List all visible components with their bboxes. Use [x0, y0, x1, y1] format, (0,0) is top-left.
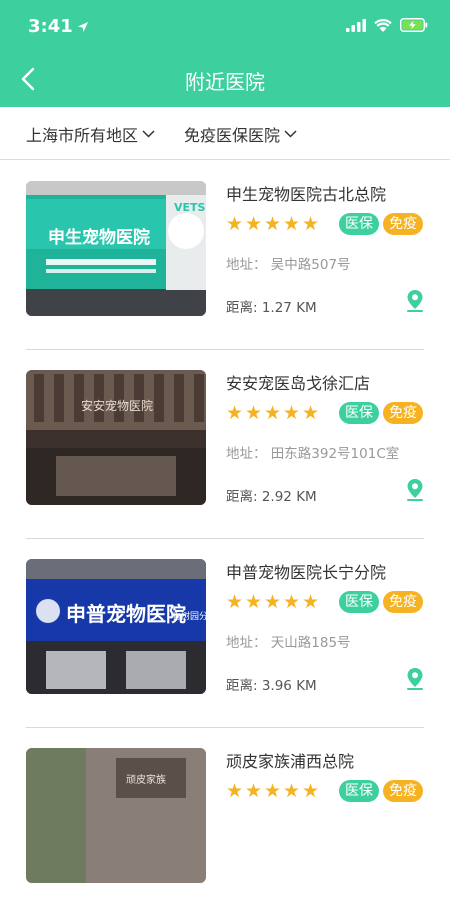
hospital-info: 申生宠物医院古北总院 ★ ★ ★ ★ ★ 医保 免疫 地址： 吴中路507号 距… — [226, 181, 424, 321]
battery-charging-icon — [400, 18, 428, 32]
star-icon: ★ — [302, 402, 320, 424]
hospital-name: 安安宠医岛戈徐汇店 — [226, 374, 371, 393]
star-icon: ★ — [283, 780, 301, 802]
status-time-group: 3:41 — [28, 16, 89, 37]
sign-text: 顽皮家族 — [126, 773, 166, 786]
status-bar: 3:41 — [0, 0, 450, 52]
star-icon: ★ — [302, 591, 320, 613]
star-icon: ★ — [226, 780, 244, 802]
insurance-badge: 医保 — [339, 402, 379, 424]
hospital-info: 顽皮家族浦西总院 ★ ★ ★ ★ ★ 医保 免疫 — [226, 748, 424, 888]
hospital-card[interactable]: 顽皮家族 顽皮家族浦西总院 ★ ★ ★ ★ ★ 医保 免疫 — [26, 728, 424, 917]
wifi-icon — [374, 18, 392, 32]
star-icon: ★ — [245, 402, 263, 424]
hospital-info: 申普宠物医院长宁分院 ★ ★ ★ ★ ★ 医保 免疫 地址： 天山路185号 距… — [226, 559, 424, 699]
sign-text-secondary: 香树园分院 — [172, 610, 206, 622]
type-filter-dropdown[interactable]: 免疫医保医院 — [184, 122, 297, 146]
hospital-name: 申生宠物医院古北总院 — [226, 185, 387, 204]
hospital-distance: 距离: 1.27 KM — [226, 300, 317, 316]
star-icon: ★ — [302, 780, 320, 802]
navigation-bar: 附近医院 — [0, 52, 450, 107]
region-filter-label: 上海市所有地区 — [26, 126, 139, 145]
star-rating: ★ ★ ★ ★ ★ — [226, 591, 321, 613]
star-icon: ★ — [245, 213, 263, 235]
type-filter-label: 免疫医保医院 — [184, 126, 281, 145]
sign-text-secondary: VETS — [174, 201, 206, 214]
vaccine-badge: 免疫 — [383, 591, 423, 613]
vaccine-badge: 免疫 — [383, 402, 423, 424]
star-rating: ★ ★ ★ ★ ★ — [226, 402, 321, 424]
star-rating: ★ ★ ★ ★ ★ — [226, 780, 321, 802]
hospital-photo: 顽皮家族 — [26, 748, 206, 883]
hospital-name: 申普宠物医院长宁分院 — [226, 563, 387, 582]
star-rating: ★ ★ ★ ★ ★ — [226, 213, 321, 235]
star-icon: ★ — [283, 213, 301, 235]
rating-row: ★ ★ ★ ★ ★ 医保 免疫 — [226, 780, 423, 802]
hospital-address: 地址： 吴中路507号 — [226, 257, 351, 273]
insurance-badge: 医保 — [339, 780, 379, 802]
hospital-distance: 距离: 3.96 KM — [226, 678, 317, 694]
insurance-badge: 医保 — [339, 213, 379, 235]
hospital-photo: 申普宠物医院 香树园分院 — [26, 559, 206, 694]
star-icon: ★ — [264, 213, 282, 235]
star-icon: ★ — [283, 402, 301, 424]
status-time: 3:41 — [28, 16, 73, 37]
star-icon: ★ — [245, 591, 263, 613]
insurance-badge: 医保 — [339, 591, 379, 613]
location-arrow-icon — [77, 21, 88, 32]
star-icon: ★ — [226, 591, 244, 613]
hospital-card[interactable]: 安安宠物医院 安安宠医岛戈徐汇店 ★ ★ ★ ★ ★ 医保 免疫 地址： 田东路… — [26, 350, 424, 539]
star-icon: ★ — [283, 591, 301, 613]
rating-row: ★ ★ ★ ★ ★ 医保 免疫 — [226, 402, 423, 424]
signal-icon — [346, 18, 366, 32]
star-icon: ★ — [264, 591, 282, 613]
vaccine-badge: 免疫 — [383, 780, 423, 802]
location-pin-icon[interactable] — [406, 289, 424, 313]
hospital-distance: 距离: 2.92 KM — [226, 489, 317, 505]
chevron-down-icon — [142, 130, 155, 138]
hospital-photo: 安安宠物医院 — [26, 370, 206, 505]
sign-text: 申生宠物医院 — [48, 227, 150, 248]
filter-bar: 上海市所有地区 免疫医保医院 — [0, 107, 450, 160]
hospital-address: 地址： 天山路185号 — [226, 635, 351, 651]
location-pin-icon[interactable] — [406, 667, 424, 691]
hospital-info: 安安宠医岛戈徐汇店 ★ ★ ★ ★ ★ 医保 免疫 地址： 田东路392号101… — [226, 370, 424, 510]
hospital-name: 顽皮家族浦西总院 — [226, 752, 355, 771]
star-icon: ★ — [302, 213, 320, 235]
hospital-card[interactable]: 申普宠物医院 香树园分院 申普宠物医院长宁分院 ★ ★ ★ ★ ★ 医保 免疫 — [26, 539, 424, 728]
sign-text: 安安宠物医院 — [81, 398, 153, 413]
star-icon: ★ — [245, 780, 263, 802]
sign-text: 申普宠物医院 — [66, 602, 186, 626]
hospital-address: 地址： 田东路392号101C室 — [226, 446, 400, 462]
star-icon: ★ — [264, 780, 282, 802]
star-icon: ★ — [226, 402, 244, 424]
location-pin-icon[interactable] — [406, 478, 424, 502]
hospital-photo: 申生宠物医院 VETS — [26, 181, 206, 316]
rating-row: ★ ★ ★ ★ ★ 医保 免疫 — [226, 213, 423, 235]
vaccine-badge: 免疫 — [383, 213, 423, 235]
chevron-down-icon — [284, 130, 297, 138]
rating-row: ★ ★ ★ ★ ★ 医保 免疫 — [226, 591, 423, 613]
star-icon: ★ — [264, 402, 282, 424]
star-icon: ★ — [226, 213, 244, 235]
region-filter-dropdown[interactable]: 上海市所有地区 — [26, 122, 155, 146]
hospital-card[interactable]: 申生宠物医院 VETS 申生宠物医院古北总院 ★ ★ ★ ★ ★ 医保 免疫 地… — [26, 161, 424, 350]
status-icons — [346, 18, 428, 32]
page-title: 附近医院 — [185, 70, 265, 94]
